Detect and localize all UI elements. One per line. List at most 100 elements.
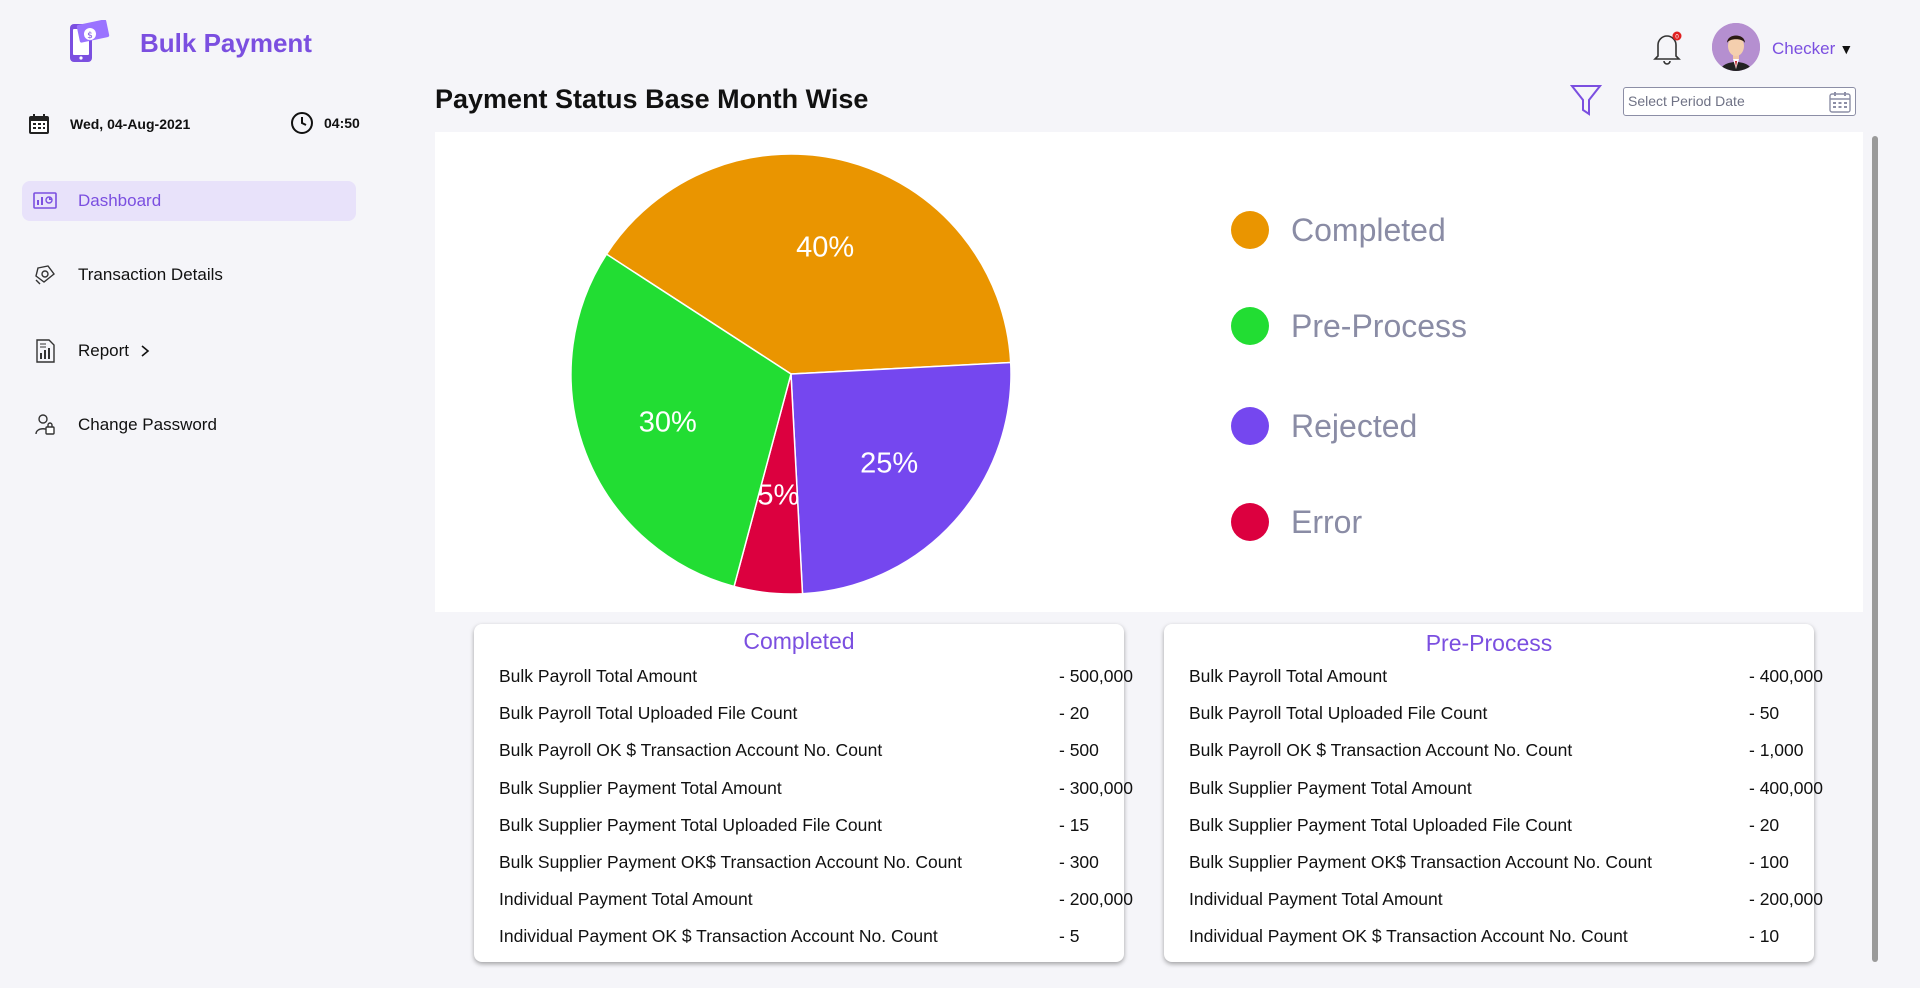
user-avatar-icon bbox=[1712, 23, 1760, 71]
row-label: Bulk Supplier Payment OK$ Transaction Ac… bbox=[499, 851, 963, 872]
summary-row: Bulk Payroll Total Amount - 400,000 bbox=[1189, 666, 1823, 703]
legend-label: Rejected bbox=[1291, 407, 1418, 444]
summary-list: Bulk Payroll Total Amount - 500,000 Bulk … bbox=[499, 666, 1133, 964]
calendar-icon bbox=[29, 114, 49, 134]
row-value: - 400,000 bbox=[1749, 777, 1823, 798]
notification-bell-icon[interactable]: 0 bbox=[1650, 28, 1684, 66]
summary-row: Bulk Supplier Payment Total Amount - 400,… bbox=[1189, 777, 1823, 815]
chevron-right-icon bbox=[141, 345, 150, 357]
date-time-bar: Wed, 04-Aug-2021 04:50 bbox=[28, 111, 368, 137]
row-label: Bulk Payroll OK $ Transaction Account No… bbox=[499, 740, 883, 761]
pie-data-label: 40% bbox=[796, 231, 854, 263]
transaction-icon bbox=[35, 265, 55, 285]
row-value: - 15 bbox=[1059, 814, 1090, 835]
vertical-scrollbar[interactable] bbox=[1872, 136, 1878, 962]
row-label: Bulk Payroll Total Amount bbox=[499, 666, 698, 686]
row-value: - 300 bbox=[1059, 851, 1099, 872]
summary-row: Bulk Payroll OK $ Transaction Account No… bbox=[1189, 740, 1803, 777]
filter-icon[interactable] bbox=[1570, 83, 1602, 117]
legend-swatch bbox=[1231, 211, 1269, 249]
sidebar-item-label: Change Password bbox=[78, 415, 217, 434]
legend-label: Pre-Process bbox=[1291, 307, 1468, 344]
row-value: - 1,000 bbox=[1749, 740, 1804, 761]
brand[interactable]: $ Bulk Payment bbox=[64, 20, 312, 66]
sidebar-nav: Dashboard Transaction Details Report Cha… bbox=[22, 181, 356, 445]
caret-down-icon: ▼ bbox=[1839, 41, 1854, 57]
legend-swatch bbox=[1231, 503, 1269, 541]
summary-row: Bulk Payroll OK $ Transaction Account No… bbox=[499, 740, 1109, 777]
summary-row: Individual Payment Total Amount - 200,000 bbox=[1189, 889, 1823, 926]
sidebar: $ Bulk Payment Wed, 04-Aug-2021 04:50 Da… bbox=[0, 0, 380, 988]
user-name: Checker bbox=[1772, 39, 1836, 58]
notification-count: 0 bbox=[1675, 34, 1679, 41]
sidebar-item-dashboard[interactable]: Dashboard bbox=[22, 181, 356, 221]
period-date-input[interactable] bbox=[1628, 88, 1818, 114]
legend-swatch bbox=[1231, 307, 1269, 345]
row-label: Bulk Supplier Payment Total Amount bbox=[1189, 777, 1472, 798]
row-value: - 500,000 bbox=[1059, 666, 1133, 686]
summary-row: Bulk Supplier Payment Total Amount - 300,… bbox=[499, 777, 1133, 815]
row-label: Bulk Payroll Total Amount bbox=[1189, 666, 1388, 686]
svg-text:$: $ bbox=[87, 31, 93, 41]
row-value: - 50 bbox=[1749, 703, 1780, 724]
row-value: - 100 bbox=[1749, 851, 1789, 872]
summary-list: Bulk Payroll Total Amount - 400,000 Bulk … bbox=[1189, 666, 1823, 964]
summary-row: Bulk Payroll Total Uploaded File Count - … bbox=[1189, 703, 1799, 740]
payment-status-pie-chart: 40% 25% 5% 30% bbox=[570, 153, 1012, 595]
row-label: Individual Payment OK $ Transaction Acco… bbox=[499, 926, 938, 947]
report-icon bbox=[36, 339, 55, 363]
row-label: Bulk Supplier Payment Total Amount bbox=[499, 777, 782, 798]
legend-item-rejected[interactable]: Rejected bbox=[1231, 407, 1467, 445]
row-label: Bulk Payroll Total Uploaded File Count bbox=[1189, 703, 1488, 724]
row-label: Individual Payment OK $ Transaction Acco… bbox=[1189, 926, 1628, 947]
payment-phone-logo-icon: $ bbox=[70, 20, 110, 62]
dashboard-icon bbox=[33, 192, 57, 209]
legend-item-completed[interactable]: Completed bbox=[1231, 211, 1467, 249]
clock-icon bbox=[291, 112, 313, 134]
completed-summary-card: Completed Bulk Payroll Total Amount - 500… bbox=[474, 624, 1133, 964]
row-value: - 500 bbox=[1059, 740, 1099, 761]
sidebar-item-report[interactable]: Report bbox=[22, 331, 356, 371]
summary-row: Bulk Supplier Payment Total Uploaded Fil… bbox=[499, 815, 1109, 852]
pie-data-label: 30% bbox=[639, 406, 697, 438]
legend-item-error[interactable]: Error bbox=[1231, 503, 1467, 541]
summary-row: Bulk Supplier Payment OK$ Transaction Ac… bbox=[499, 852, 1109, 889]
pie-data-label: 25% bbox=[860, 447, 918, 479]
pie-data-label: 5% bbox=[757, 479, 799, 511]
row-value: - 20 bbox=[1059, 703, 1090, 724]
row-label: Bulk Supplier Payment Total Uploaded Fil… bbox=[499, 814, 882, 835]
row-label: Bulk Payroll Total Uploaded File Count bbox=[499, 703, 798, 724]
row-value: - 400,000 bbox=[1749, 666, 1823, 686]
avatar[interactable] bbox=[1712, 23, 1760, 71]
summary-row: Individual Payment OK $ Transaction Acco… bbox=[1189, 926, 1799, 963]
page-title: Payment Status Base Month Wise bbox=[435, 84, 869, 114]
summary-row: Bulk Payroll Total Amount - 500,000 bbox=[499, 666, 1133, 703]
row-value: - 200,000 bbox=[1059, 889, 1133, 910]
card-title: Pre-Process bbox=[1425, 630, 1553, 656]
clock: 04:50 bbox=[290, 111, 360, 135]
legend-label: Error bbox=[1291, 503, 1363, 540]
sidebar-item-label: Transaction Details bbox=[78, 265, 223, 284]
period-date-field[interactable] bbox=[1623, 87, 1856, 116]
legend-swatch bbox=[1231, 407, 1269, 445]
sidebar-item-transaction-details[interactable]: Transaction Details bbox=[22, 255, 356, 295]
row-value: - 10 bbox=[1749, 926, 1780, 947]
summary-row: Individual Payment OK $ Transaction Acco… bbox=[499, 926, 1109, 963]
calendar-picker-icon[interactable] bbox=[1829, 91, 1851, 113]
legend-item-pre-process[interactable]: Pre-Process bbox=[1231, 307, 1468, 345]
sidebar-item-label: Report bbox=[78, 341, 130, 360]
user-menu[interactable]: Checker ▼ bbox=[1772, 39, 1853, 59]
row-label: Bulk Supplier Payment OK$ Transaction Ac… bbox=[1189, 851, 1653, 872]
chart-panel: 40% 25% 5% 30% Completed Pre-Process Reject… bbox=[435, 132, 1863, 612]
row-label: Individual Payment Total Amount bbox=[1189, 889, 1443, 910]
app-title: Bulk Payment bbox=[140, 27, 312, 58]
sidebar-item-label: Dashboard bbox=[78, 191, 162, 210]
summary-row: Bulk Payroll Total Uploaded File Count - … bbox=[499, 703, 1109, 740]
summary-row: Bulk Supplier Payment Total Uploaded Fil… bbox=[1189, 815, 1799, 852]
row-value: - 20 bbox=[1749, 814, 1780, 835]
sidebar-item-change-password[interactable]: Change Password bbox=[22, 405, 356, 445]
pre-process-summary-card: Pre-Process Bulk Payroll Total Amount - 4… bbox=[1164, 624, 1823, 964]
row-value: - 5 bbox=[1059, 926, 1080, 947]
row-value: - 300,000 bbox=[1059, 777, 1133, 798]
current-date: Wed, 04-Aug-2021 bbox=[70, 116, 191, 132]
